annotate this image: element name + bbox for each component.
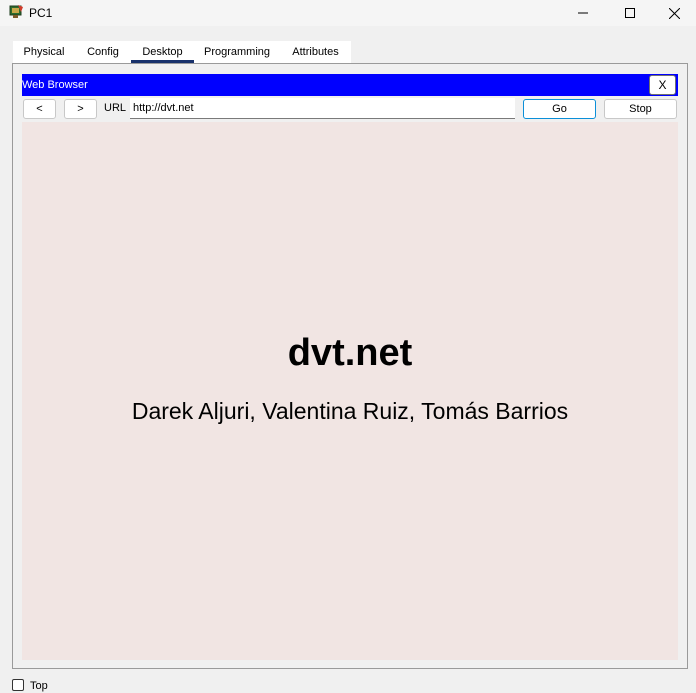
top-checkbox[interactable] bbox=[12, 679, 24, 691]
web-browser-close-button[interactable]: X bbox=[649, 75, 676, 95]
window-title: PC1 bbox=[29, 6, 53, 20]
tab-programming[interactable]: Programming bbox=[194, 41, 280, 63]
forward-button[interactable]: > bbox=[64, 99, 97, 119]
close-window-button[interactable] bbox=[651, 0, 696, 26]
go-button[interactable]: Go bbox=[523, 99, 596, 119]
window-titlebar: PC1 bbox=[0, 0, 696, 26]
tab-attributes[interactable]: Attributes bbox=[280, 41, 351, 63]
maximize-icon bbox=[625, 8, 635, 18]
minimize-button[interactable] bbox=[560, 0, 606, 26]
device-tabs: Physical Config Desktop Programming Attr… bbox=[13, 41, 351, 63]
top-label: Top bbox=[30, 680, 48, 692]
page-authors: Darek Aljuri, Valentina Ruiz, Tomás Barr… bbox=[131, 398, 569, 424]
back-button[interactable]: < bbox=[23, 99, 56, 119]
web-browser-titlebar: Web Browser X bbox=[22, 74, 678, 96]
url-label: URL bbox=[104, 102, 127, 114]
tab-desktop[interactable]: Desktop bbox=[131, 41, 194, 63]
packet-tracer-pc-icon bbox=[9, 5, 23, 18]
url-input[interactable] bbox=[130, 98, 515, 119]
web-browser-title: Web Browser bbox=[22, 79, 88, 91]
page-heading: dvt.net bbox=[287, 332, 413, 374]
stop-button[interactable]: Stop bbox=[604, 99, 677, 119]
minimize-icon bbox=[578, 12, 588, 14]
close-icon bbox=[668, 7, 680, 19]
maximize-button[interactable] bbox=[607, 0, 653, 26]
browser-navigation-bar: < > URL Go Stop bbox=[22, 96, 678, 122]
tab-config[interactable]: Config bbox=[75, 41, 131, 63]
tab-physical[interactable]: Physical bbox=[13, 41, 75, 63]
browser-content-area: dvt.net Darek Aljuri, Valentina Ruiz, To… bbox=[22, 122, 678, 660]
